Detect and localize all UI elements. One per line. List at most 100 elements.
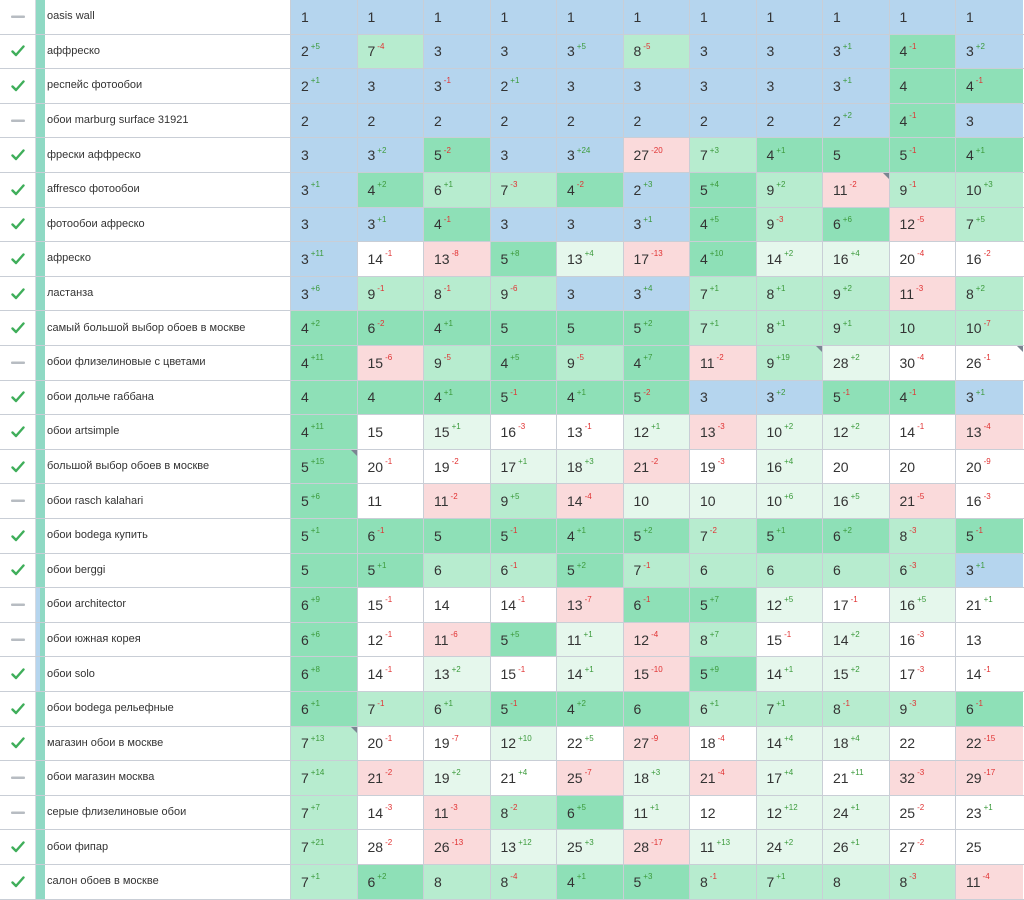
position-cell[interactable]: 4 +1 xyxy=(557,519,624,553)
position-cell[interactable]: 3 xyxy=(690,69,757,103)
position-cell[interactable]: 7 +1 xyxy=(690,311,757,345)
position-cell[interactable]: 3 xyxy=(690,380,757,415)
keyword-label[interactable]: ластанза xyxy=(45,276,291,311)
position-cell[interactable]: 1 xyxy=(424,0,491,34)
position-cell[interactable]: 4 +1 xyxy=(557,865,624,899)
position-cell[interactable]: 9 +2 xyxy=(823,276,890,311)
keyword-label[interactable]: самый большой выбор обоев в москве xyxy=(45,311,291,345)
position-cell[interactable]: 3 -1 xyxy=(424,69,491,103)
position-cell[interactable]: 3 +1 xyxy=(956,380,1023,415)
position-cell[interactable]: 3 xyxy=(357,69,424,103)
position-cell[interactable]: 1 xyxy=(623,0,690,34)
position-cell[interactable]: 2 xyxy=(690,103,757,138)
position-cell[interactable]: 7 -4 xyxy=(357,34,424,69)
position-cell[interactable]: 13 -7 xyxy=(557,588,624,622)
position-cell[interactable]: 9 -1 xyxy=(357,276,424,311)
position-cell[interactable]: 10 xyxy=(690,484,757,518)
position-cell[interactable]: 5 xyxy=(424,519,491,553)
table-row[interactable]: обои architector 6 +9 15 -1 14 14 -1 13 -7 6 -1 5 +7 1… xyxy=(0,588,1024,623)
keyword-label[interactable]: фотообои афреско xyxy=(45,207,291,242)
table-row[interactable]: респейс фотообои 2 +1 3 3 -1 2 +1 3 3 3 3 3 +1 4 4 -1 xyxy=(0,69,1024,104)
position-cell[interactable]: 7 +14 xyxy=(291,761,358,795)
position-cell[interactable]: 1 xyxy=(956,0,1023,34)
position-cell[interactable]: 11 +13 xyxy=(690,830,757,864)
table-row[interactable]: фотообои афреско 3 3 +1 4 -1 3 3 3 +1 4 +5 9 -3 6 +6 12-… xyxy=(0,207,1024,243)
position-cell[interactable]: 29 -17 xyxy=(956,761,1023,795)
position-cell[interactable]: 1 xyxy=(490,0,557,34)
keyword-label[interactable]: салон обоев в москве xyxy=(45,865,291,899)
position-cell[interactable]: 4 +7 xyxy=(623,346,690,380)
position-cell[interactable]: 13 -8 xyxy=(424,242,491,276)
table-row[interactable]: обои южная корея 6 +6 12 -1 11 -6 5 +5 11 +1 12 -4 8 +… xyxy=(0,622,1024,658)
position-cell[interactable]: 5 +2 xyxy=(623,519,690,553)
position-cell[interactable]: 3 +1 xyxy=(623,207,690,242)
position-cell[interactable]: 19 -7 xyxy=(424,726,491,761)
position-cell[interactable]: 8 +1 xyxy=(756,276,823,311)
position-cell[interactable]: 28 +2 xyxy=(823,346,890,380)
position-cell[interactable]: 8 -1 xyxy=(690,865,757,899)
position-cell[interactable]: 12 +10 xyxy=(490,726,557,761)
check-icon[interactable] xyxy=(0,138,36,172)
position-cell[interactable]: 8 xyxy=(823,865,890,899)
position-cell[interactable]: 8 -1 xyxy=(424,276,491,311)
position-cell[interactable]: 14 -1 xyxy=(357,242,424,276)
position-cell[interactable]: 21 -5 xyxy=(889,484,956,518)
check-icon[interactable] xyxy=(0,519,36,553)
position-cell[interactable]: 12 +5 xyxy=(756,588,823,622)
position-cell[interactable]: 28 -2 xyxy=(357,830,424,864)
position-cell[interactable]: 3 xyxy=(557,69,624,103)
position-cell[interactable]: 8 +7 xyxy=(690,622,757,657)
position-cell[interactable]: 18 +3 xyxy=(557,449,624,484)
position-cell[interactable]: 9 +5 xyxy=(490,484,557,518)
check-icon[interactable] xyxy=(0,311,36,345)
position-cell[interactable]: 26 -1 xyxy=(956,346,1023,380)
position-cell[interactable]: 17 -1 xyxy=(823,588,890,622)
position-cell[interactable]: 5 +6 xyxy=(291,484,358,518)
position-cell[interactable]: 18 -4 xyxy=(690,726,757,761)
position-cell[interactable]: 13 -3 xyxy=(690,415,757,449)
keyword-label[interactable]: обои bodega купить xyxy=(45,519,291,553)
position-cell[interactable]: 12 -5 xyxy=(889,207,956,242)
position-cell[interactable]: 5 -1 xyxy=(490,519,557,553)
position-cell[interactable]: 4 -1 xyxy=(889,103,956,138)
position-cell[interactable]: 18 +3 xyxy=(623,761,690,795)
position-cell[interactable]: 5 +1 xyxy=(756,519,823,553)
position-cell[interactable]: 2 xyxy=(623,103,690,138)
position-cell[interactable]: 10 xyxy=(623,484,690,518)
position-cell[interactable]: 10 xyxy=(889,311,956,345)
position-cell[interactable]: 15 -1 xyxy=(756,622,823,657)
position-cell[interactable]: 9 -6 xyxy=(490,276,557,311)
position-cell[interactable]: 6 -1 xyxy=(357,519,424,553)
position-cell[interactable]: 2 xyxy=(557,103,624,138)
keyword-label[interactable]: обои marburg surface 31921 xyxy=(45,103,291,138)
position-cell[interactable]: 3 xyxy=(690,34,757,69)
position-cell[interactable]: 11 +1 xyxy=(623,795,690,830)
position-cell[interactable]: 21 -2 xyxy=(623,449,690,484)
position-cell[interactable]: 3 xyxy=(623,69,690,103)
position-cell[interactable]: 4 +1 xyxy=(756,138,823,172)
position-cell[interactable]: 15 -1 xyxy=(490,657,557,691)
table-row[interactable]: обои bodega рельефные 6 +1 7 -1 6 +1 5 -1 4 +2 6 6 +1… xyxy=(0,692,1024,727)
position-cell[interactable]: 7 -1 xyxy=(357,692,424,726)
table-row[interactable]: обои флизелиновые с цветами 4 +11 15 -6 9 -5 4 +… xyxy=(0,346,1024,381)
position-cell[interactable]: 11 +1 xyxy=(557,622,624,657)
position-cell[interactable]: 11 -6 xyxy=(424,622,491,657)
position-cell[interactable]: 16 +4 xyxy=(756,449,823,484)
position-cell[interactable]: 15 -6 xyxy=(357,346,424,380)
position-cell[interactable]: 16 -3 xyxy=(956,484,1023,518)
position-cell[interactable]: 15 xyxy=(357,415,424,449)
position-cell[interactable]: 28 -17 xyxy=(623,830,690,864)
position-cell[interactable]: 5 +15 xyxy=(291,449,358,484)
position-cell[interactable]: 27 -2 xyxy=(889,830,956,864)
table-row[interactable]: большой выбор обоев в москве 5 +15 20 -1 19 -2… xyxy=(0,449,1024,485)
position-cell[interactable]: 25 xyxy=(956,830,1023,864)
position-cell[interactable]: 4 +5 xyxy=(490,346,557,380)
position-cell[interactable]: 14 xyxy=(424,588,491,622)
position-cell[interactable]: 25 -2 xyxy=(889,795,956,830)
position-cell[interactable]: 3 +2 xyxy=(357,138,424,172)
position-cell[interactable]: 14 +1 xyxy=(557,657,624,691)
position-cell[interactable]: 6 xyxy=(823,553,890,588)
position-cell[interactable]: 26 +1 xyxy=(823,830,890,864)
position-cell[interactable]: 7 -2 xyxy=(690,519,757,553)
position-cell[interactable]: 4 -1 xyxy=(889,380,956,415)
